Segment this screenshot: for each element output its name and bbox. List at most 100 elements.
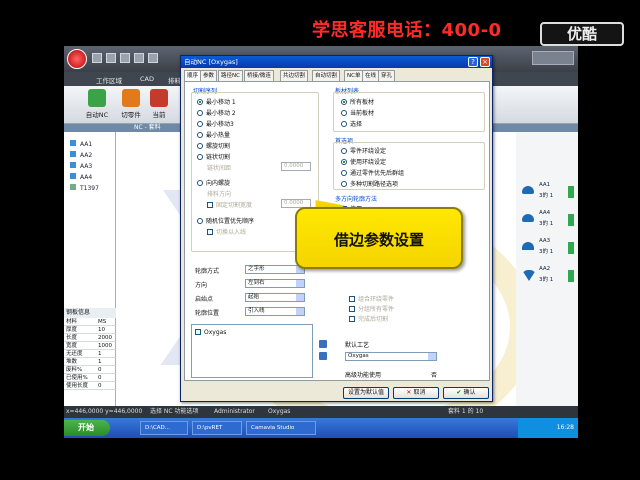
part-shape-icon [522,214,534,222]
start-point-label: 启始点 [195,296,214,303]
part-shape-icon [522,242,534,250]
undo-icon[interactable] [134,53,144,63]
tab-bridge[interactable]: 桥接/微连 [244,70,274,81]
window-controls[interactable] [532,51,574,65]
parts-list-panel: AA1 3的 1 AA4 3的 1 AA3 3的 1 AA2 3的 1 [516,132,578,422]
contour-position-label: 轮廓位置 [195,310,220,317]
auto-nc-button[interactable]: 自动NC [80,89,114,123]
sheet-option[interactable]: 所有板材 [341,97,374,106]
strategy-select[interactable]: 之字形 [245,265,305,274]
taskbar-item[interactable]: D:\pvRET [192,421,242,435]
chain-spacing-label: 链状间距 [207,165,232,172]
app-logo-icon[interactable] [67,49,87,69]
default-process-label: 默认工艺 [345,342,370,349]
prop-row: 已使用% 0 [64,374,116,382]
cut-order-option[interactable]: 最小移动3 [197,119,234,128]
part-triangle-icon [522,270,536,281]
start-point-select[interactable]: 起始 [245,293,305,302]
cut-order-option[interactable]: 最小移动 2 [197,108,236,117]
current-button[interactable]: 当前 [142,89,176,123]
video-site-logo: 优酷 [540,22,624,46]
tab-online[interactable]: 在线 [362,70,380,81]
fixed-width-option[interactable]: 固定切割宽度 [207,200,252,209]
start-button[interactable]: 开始 [64,420,110,436]
tree-item[interactable]: AA2 [70,151,92,159]
sheet-option[interactable]: 选择 [341,119,362,128]
preference-option[interactable]: 使用环绕设定 [341,157,386,166]
move-up-icon[interactable] [319,340,327,348]
part-count: 3的 1 [539,193,554,199]
advanced-label: 高级功能使用 [345,372,382,379]
cancel-button[interactable]: ✕ 取消 [393,387,439,399]
part-count: 3的 1 [539,277,554,283]
cut-after-checkbox[interactable]: 完成后切割 [349,314,388,323]
tree-item-label: AA4 [80,174,93,181]
combine-parts-checkbox[interactable]: 组合环绕零件 [349,294,394,303]
part-tree-panel: AA1 AA2 AA3 AA4 T1397 钢板信息 材料 MS 厚度 10 长度 2… [64,132,116,422]
process-list-item[interactable]: Oxygas [195,329,226,336]
ribbon-tab-workspace[interactable]: 工作区域 [96,75,122,85]
switch-leadin-option[interactable]: 切换以入线 [207,227,246,236]
cut-order-option[interactable]: 随机位置优先顺序 [197,216,254,225]
prop-row: 长度 2000 [64,334,116,342]
cut-order-option[interactable]: 最小移动 1 [197,97,236,106]
taskbar-item[interactable]: Camavia Studio [246,421,316,435]
part-icon [70,151,76,157]
prop-row: 堆数 1 [64,358,116,366]
tree-item[interactable]: AA3 [70,162,92,170]
part-icon [70,140,76,146]
dialog-tab-bar: 顺序 参数 路径NC 桥接/微连 共边切割 自动切割 NC单 在线 穿孔 [184,70,490,82]
cancel-label: 取消 [413,389,426,396]
help-icon[interactable]: ? [468,57,478,67]
cut-part-label: 切零件 [121,111,141,119]
preference-option[interactable]: 多种切割路径选项 [341,179,398,188]
tree-item[interactable]: AA1 [70,140,92,148]
direction-select[interactable]: 左到右 [245,279,305,288]
cut-order-option[interactable]: 螺旋切割 [197,141,230,150]
tab-path-nc[interactable]: 路径NC [218,70,243,81]
auto-nc-label: 自动NC [85,111,109,119]
process-list[interactable]: Oxygas [191,324,313,378]
status-page: 套料 1 的 10 [448,408,484,415]
tree-item-label: AA1 [80,141,93,148]
tab-common-cut[interactable]: 共边切割 [280,70,309,81]
preference-option[interactable]: 零件环绕设定 [341,146,386,155]
new-file-icon[interactable] [92,53,102,63]
part-name: AA2 [539,266,551,272]
app-status-bar: x=446,0000 y=446,0000 选择 NC 功能选项 Adminis… [64,406,578,418]
tab-nc-list[interactable]: NC单 [344,70,364,81]
move-down-icon[interactable] [319,352,327,360]
part-icon [70,162,76,168]
close-icon[interactable]: × [480,57,490,67]
cut-order-option[interactable]: 链状切割 [197,152,230,161]
tree-item[interactable]: T1397 [70,184,99,192]
redo-icon[interactable] [148,53,158,63]
default-process-select[interactable]: Oxygas [345,352,437,361]
contour-position-select[interactable]: 引入线 [245,307,305,316]
prop-row: 废料% 0 [64,366,116,374]
ok-button[interactable]: ✔ 确认 [443,387,489,399]
part-status-icon [568,214,574,226]
sheet-option[interactable]: 当前板材 [341,108,374,117]
part-count: 3的 1 [539,249,554,255]
tab-parameters[interactable]: 参数 [200,70,218,81]
tab-pierce[interactable]: 穿孔 [378,70,396,81]
cut-order-option[interactable]: 最小热量 [197,130,230,139]
preference-option[interactable]: 通过零件优先后群组 [341,168,404,177]
ribbon-tab-cad[interactable]: CAD [140,75,154,83]
prop-row: 使用长度 0 [64,382,116,390]
chain-spacing-input[interactable]: 0.0000 [281,162,311,171]
tab-auto-cut[interactable]: 自动切割 [312,70,341,81]
panel-header-label: NC - 套料 [134,124,161,131]
dialog-title: 自动NC [Oxygas] [181,56,492,68]
tree-item[interactable]: AA4 [70,173,92,181]
taskbar-item[interactable]: D:\CAD... [140,421,188,435]
set-default-button[interactable]: 设置为默认值 [343,387,389,399]
cut-order-option[interactable]: 向内螺旋 [197,178,230,187]
save-icon[interactable] [120,53,130,63]
tree-item-label: AA3 [80,163,93,170]
open-file-icon[interactable] [106,53,116,63]
group-parts-checkbox[interactable]: 分组所有零件 [349,304,394,313]
system-tray-clock: 16:28 [518,418,578,438]
part-icon [70,173,76,179]
